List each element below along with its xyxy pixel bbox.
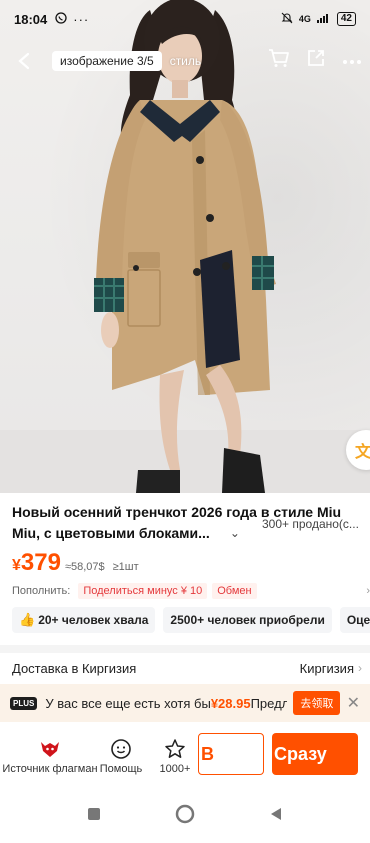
tag-praise[interactable]: 👍 20+ человек хвала <box>12 607 156 633</box>
help-button[interactable]: Помощь <box>92 737 150 775</box>
delivery-value: Киргизия <box>299 660 354 676</box>
image-top-nav: изображение 3/5 стиль <box>0 44 370 78</box>
share-icon[interactable] <box>306 48 326 73</box>
min-order: ≥1шт <box>112 561 139 573</box>
price-value: 379 <box>20 549 61 576</box>
promo-row[interactable]: Пополнить: Поделиться минус ¥ 10 Обмен › <box>12 581 370 601</box>
thumbs-up-icon: 👍 <box>19 612 36 627</box>
tab-style[interactable]: стиль <box>162 51 209 71</box>
back-button[interactable] <box>12 49 36 73</box>
store-button[interactable]: Источник флагман <box>0 737 100 775</box>
gallery-tabs: изображение 3/5 стиль <box>52 50 209 72</box>
price-converted: ≈58,07$ <box>64 561 105 573</box>
status-time: 18:04 <box>14 11 48 27</box>
chevron-down-icon[interactable]: ⌄ <box>230 523 240 544</box>
tag-rating[interactable]: Оценка н <box>339 607 370 633</box>
delivery-label: Доставка в Киргизия <box>12 660 137 676</box>
whatsapp-icon <box>55 11 67 27</box>
add-to-cart-button[interactable]: В <box>198 733 264 775</box>
chevron-right-icon: › <box>366 585 370 597</box>
home-icon[interactable] <box>174 803 196 830</box>
chevron-left-icon <box>18 52 30 70</box>
favorite-button[interactable]: 1000+ <box>146 737 204 775</box>
more-notifications-icon: ··· <box>73 11 90 27</box>
more-icon[interactable] <box>342 52 362 70</box>
buy-now-button[interactable]: Сразу <box>272 733 358 775</box>
section-divider <box>0 645 370 653</box>
promo-chip-share[interactable]: Поделиться минус ¥ 10 <box>78 583 208 599</box>
battery-indicator: 42 <box>336 12 356 26</box>
signal-icon <box>316 12 331 26</box>
plus-claim-button[interactable]: 去领取 <box>293 691 341 715</box>
plus-text: У вас все еще есть хотя бы¥28.95Предло <box>45 695 288 711</box>
store-label: Источник флагман <box>2 763 98 775</box>
mute-icon <box>281 12 293 27</box>
back-nav-icon[interactable] <box>268 806 284 827</box>
system-nav-bar <box>0 790 370 843</box>
price-currency: ¥ <box>12 557 21 574</box>
delivery-row[interactable]: Доставка в Киргизия Киргизия › <box>12 658 362 678</box>
product-image[interactable]: 18:04 ··· 4G 42 изображение 3/5 стиль 文 <box>0 0 370 493</box>
recents-icon[interactable] <box>86 806 102 827</box>
promo-chip-exchange[interactable]: Обмен <box>212 583 257 599</box>
status-bar: 18:04 ··· 4G 42 <box>0 0 370 38</box>
product-title-line2: Miu, с цветовыми блоками... <box>12 525 210 541</box>
promo-label: Пополнить: <box>12 585 71 597</box>
product-detail-screen: 18:04 ··· 4G 42 изображение 3/5 стиль 文 … <box>0 0 370 843</box>
plus-banner: PLUS У вас все еще есть хотя бы¥28.95Пре… <box>0 684 370 722</box>
review-tags: 👍 20+ человек хвала 2500+ человек приобр… <box>12 607 370 633</box>
price-row: ¥ 379 ≈58,07$ ≥1шт <box>12 549 139 577</box>
chevron-right-icon: › <box>358 661 362 675</box>
network-type: 4G <box>298 14 311 24</box>
tag-purchased[interactable]: 2500+ человек приобрели <box>163 607 332 633</box>
favorite-count: 1000+ <box>159 763 191 775</box>
close-icon[interactable]: ✕ <box>347 693 360 713</box>
cart-icon[interactable] <box>268 48 290 73</box>
help-label: Помощь <box>99 763 143 775</box>
bottom-action-bar: Источник флагман Помощь 1000+ В Сразу <box>0 728 370 784</box>
tab-image[interactable]: изображение 3/5 <box>52 51 162 71</box>
sold-count: 300+ продано(с... <box>262 517 359 531</box>
chat-smile-icon <box>110 737 132 761</box>
store-logo-icon <box>38 737 62 761</box>
plus-amount: ¥28.95 <box>210 695 251 711</box>
plus-badge: PLUS <box>10 696 38 710</box>
star-icon <box>164 737 186 761</box>
